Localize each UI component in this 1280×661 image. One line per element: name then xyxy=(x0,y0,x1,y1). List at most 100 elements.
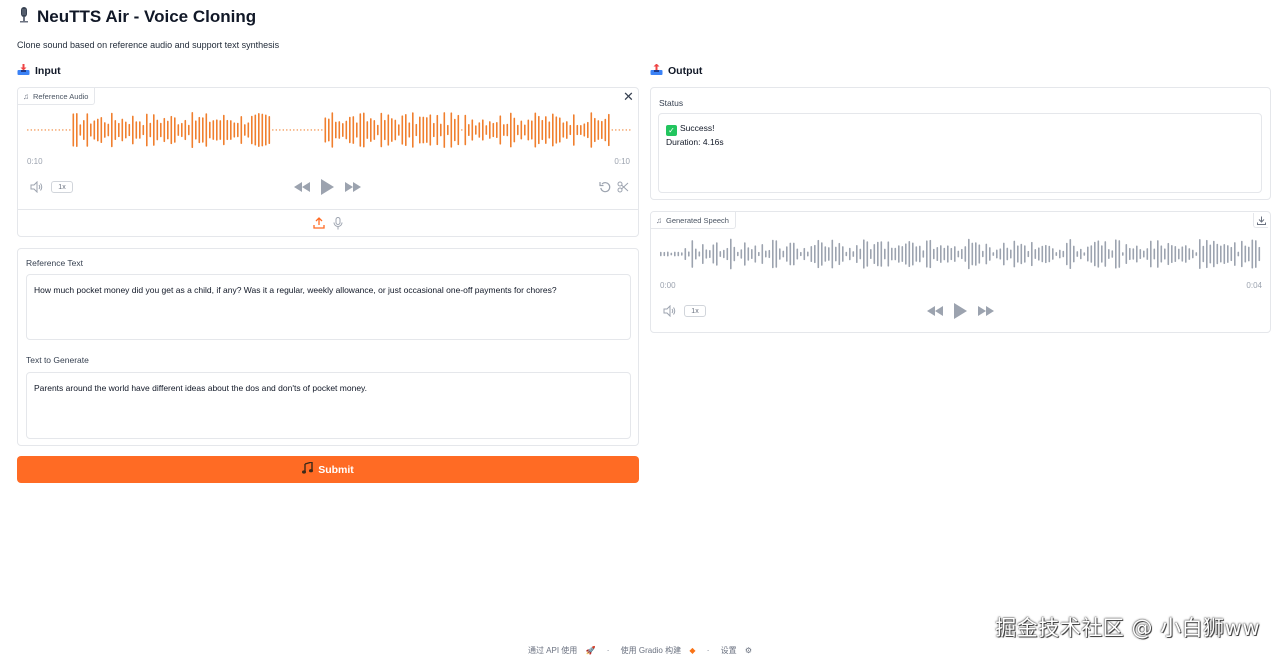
generated-speech-tag: ♫ Generated Speech xyxy=(651,212,736,229)
waveform-bar xyxy=(517,124,519,136)
clear-audio-button[interactable]: ✕ xyxy=(621,89,636,104)
waveform-bar xyxy=(831,239,834,269)
skip-forward-button[interactable] xyxy=(344,180,362,194)
waveform-bar xyxy=(27,129,29,131)
status-message: Success! xyxy=(680,123,715,133)
play-button[interactable] xyxy=(951,302,969,320)
waveform-bar xyxy=(219,120,222,140)
waveform-bar xyxy=(111,112,113,148)
waveform-bar xyxy=(65,129,68,131)
waveform-bar xyxy=(317,129,320,131)
waveform-bar xyxy=(1080,248,1082,260)
footer-gradio-link[interactable]: 使用 Gradio 构建 ◆ xyxy=(618,646,699,655)
waveform-bar xyxy=(611,129,614,131)
waveform-bar xyxy=(457,114,460,146)
waveform-bar xyxy=(1024,245,1026,263)
music-note-icon: ♫ xyxy=(656,215,662,225)
skip-backward-button[interactable] xyxy=(293,180,311,194)
waveform-bar xyxy=(1185,245,1187,263)
text-to-generate-input[interactable]: Parents around the world have different … xyxy=(26,372,631,439)
waveform-bar xyxy=(1010,249,1012,259)
play-button[interactable] xyxy=(318,178,336,196)
waveform-bar xyxy=(569,124,572,136)
waveform-bar xyxy=(660,251,662,257)
waveform-bar xyxy=(464,114,467,146)
waveform-bar xyxy=(345,120,348,140)
generated-current-time: 0:00 xyxy=(660,281,676,290)
waveform-bar xyxy=(824,246,827,262)
waveform-bar xyxy=(702,243,704,265)
generated-waveform[interactable] xyxy=(659,236,1263,272)
waveform-bar xyxy=(275,129,278,131)
waveform-bar xyxy=(782,250,785,258)
gradio-logo-icon: ◆ xyxy=(689,646,696,655)
download-icon xyxy=(1256,216,1266,225)
trim-button[interactable] xyxy=(616,180,630,194)
waveform-bar xyxy=(1153,248,1156,260)
waveform-bar xyxy=(789,242,792,266)
waveform-bar xyxy=(125,121,127,139)
waveform-bar xyxy=(198,116,201,144)
music-note-icon: ♫ xyxy=(23,91,29,101)
waveform-bar xyxy=(1192,249,1194,259)
reference-text-label: Reference Text xyxy=(26,258,84,268)
waveform-bar xyxy=(492,122,495,138)
volume-button[interactable] xyxy=(29,180,45,194)
waveform-bar xyxy=(499,115,502,145)
page-title: NeuTTS Air - Voice Cloning xyxy=(37,7,257,26)
waveform-bar xyxy=(559,117,561,143)
waveform-bar xyxy=(709,249,711,259)
skip-forward-button[interactable] xyxy=(977,304,995,318)
waveform-bar xyxy=(796,248,799,260)
download-button[interactable] xyxy=(1253,213,1268,228)
waveform-bar xyxy=(1143,250,1145,258)
waveform-bar xyxy=(688,251,690,257)
waveform-bar xyxy=(1052,248,1054,260)
waveform-bar xyxy=(1223,243,1226,265)
volume-button[interactable] xyxy=(662,304,678,318)
waveform-bar xyxy=(887,241,890,267)
waveform-bar xyxy=(922,250,925,258)
playback-rate-button[interactable]: 1x xyxy=(684,305,706,317)
rewind-icon xyxy=(927,306,943,316)
footer-api-link[interactable]: 通过 API 使用 🚀 xyxy=(525,646,599,655)
waveform-bar xyxy=(398,124,400,136)
upload-button[interactable] xyxy=(312,216,326,230)
skip-backward-button[interactable] xyxy=(926,304,944,318)
reference-text-input[interactable]: How much pocket money did you get as a c… xyxy=(26,274,631,340)
waveform-bar xyxy=(1048,245,1051,263)
playback-rate-button[interactable]: 1x xyxy=(51,181,73,193)
waveform-bar xyxy=(118,122,120,138)
waveform-bar xyxy=(772,239,774,269)
submit-button[interactable]: Submit xyxy=(17,456,639,483)
upload-icon xyxy=(313,217,325,229)
waveform-bar xyxy=(670,252,673,256)
waveform-bar xyxy=(286,129,288,131)
undo-icon xyxy=(599,182,611,193)
waveform-bar xyxy=(268,115,271,145)
text-to-generate-label: Text to Generate xyxy=(26,355,89,365)
waveform-bar xyxy=(188,124,190,136)
waveform-bar xyxy=(1244,245,1247,263)
record-button[interactable] xyxy=(331,216,345,230)
waveform-bar xyxy=(1094,241,1096,267)
reference-waveform[interactable] xyxy=(26,110,632,150)
scissors-icon xyxy=(617,181,629,193)
waveform-bar xyxy=(1213,240,1215,268)
reset-button[interactable] xyxy=(598,180,612,194)
waveform-bar xyxy=(468,123,470,137)
waveform-bar xyxy=(524,124,526,136)
waveform-bar xyxy=(279,129,281,131)
waveform-bar xyxy=(999,248,1002,260)
waveform-bar xyxy=(387,114,390,146)
waveform-bar xyxy=(1248,246,1250,262)
waveform-bar xyxy=(691,240,694,268)
footer-settings-link[interactable]: 设置 ⚙ xyxy=(718,646,755,655)
waveform-bar xyxy=(1129,247,1131,261)
waveform-bar xyxy=(1069,238,1072,270)
waveform-bar xyxy=(880,241,883,267)
waveform-bar xyxy=(1150,240,1152,268)
waveform-bar xyxy=(1097,240,1100,268)
waveform-bar xyxy=(510,112,512,148)
waveform-bar xyxy=(587,121,589,139)
